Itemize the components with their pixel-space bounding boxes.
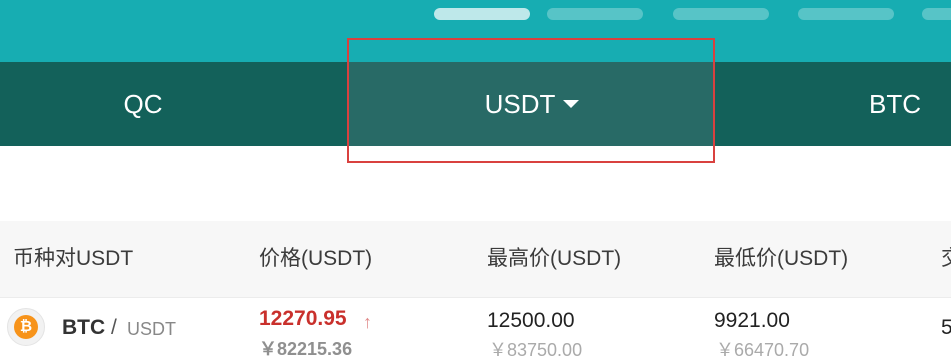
table-header: 币种对USDT 价格(USDT) 最高价(USDT) 最低价(USDT) 交 xyxy=(0,221,951,297)
caret-down-icon xyxy=(563,100,580,109)
high-price-cny: ￥83750.00 xyxy=(489,340,583,360)
carousel-dot-1[interactable] xyxy=(434,8,530,20)
top-banner xyxy=(0,0,951,62)
tab-label: USDT xyxy=(484,89,556,119)
bitcoin-icon: ₿ xyxy=(14,315,38,339)
tab-usdt[interactable]: USDT xyxy=(349,62,715,146)
header-price: 价格(USDT) xyxy=(259,247,373,270)
market-tab-bar: QC USDT BTC xyxy=(0,62,951,146)
low-price-cny: ￥66470.70 xyxy=(716,340,810,360)
tab-label: BTC xyxy=(869,89,921,119)
carousel-dot-4[interactable] xyxy=(798,8,894,20)
last-price: 12270.95 xyxy=(259,307,347,330)
tab-btc[interactable]: BTC xyxy=(790,62,951,146)
header-low: 最低价(USDT) xyxy=(714,247,849,270)
header-pair: 币种对USDT xyxy=(13,247,134,270)
volume-value: 5 xyxy=(941,316,951,339)
pair-separator: / xyxy=(111,316,117,339)
tab-label: QC xyxy=(123,89,163,119)
pair-quote: USDT xyxy=(127,319,176,339)
tab-qc[interactable]: QC xyxy=(0,62,286,146)
carousel-dot-3[interactable] xyxy=(673,8,769,20)
arrow-up-icon: ↑ xyxy=(363,312,372,332)
header-high: 最高价(USDT) xyxy=(487,247,622,270)
carousel-dot-2[interactable] xyxy=(547,8,643,20)
table-row[interactable]: ₿ BTC / USDT 12270.95 ↑ ￥82215.36 12500.… xyxy=(0,297,951,360)
pair-base: BTC xyxy=(62,316,106,339)
last-price-cny: ￥82215.36 xyxy=(259,339,353,359)
header-volume: 交 xyxy=(941,221,951,297)
coin-logo: ₿ xyxy=(7,308,45,346)
carousel-dot-5[interactable] xyxy=(922,8,951,20)
low-price: 9921.00 xyxy=(714,309,790,332)
high-price: 12500.00 xyxy=(487,309,575,332)
